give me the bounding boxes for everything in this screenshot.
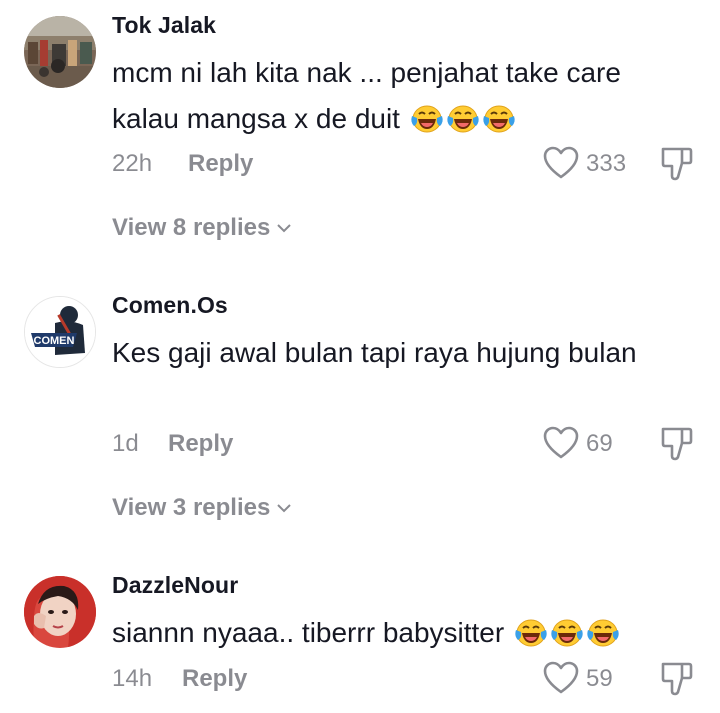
- dislike-icon[interactable]: [660, 661, 694, 697]
- laughing-tears-emoji-icon: [482, 102, 516, 148]
- reply-button[interactable]: Reply: [168, 430, 233, 458]
- heart-icon[interactable]: [543, 661, 579, 695]
- view-replies-label: View 8 replies: [112, 214, 271, 241]
- portrait-avatar-icon: [24, 576, 96, 648]
- comment-timestamp: 22h: [112, 150, 153, 177]
- view-replies-button[interactable]: View 8 replies: [112, 214, 292, 242]
- username[interactable]: DazzleNour: [112, 572, 238, 599]
- chevron-down-icon: [277, 224, 292, 233]
- comment-timestamp: 1d: [112, 430, 139, 457]
- like-count: 69: [586, 430, 613, 457]
- username[interactable]: Comen.Os: [112, 292, 228, 319]
- dislike-icon[interactable]: [660, 426, 694, 462]
- comment-body: Kes gaji awal bulan tapi raya hujung bul…: [112, 337, 637, 368]
- laughing-tears-emoji-icon: [410, 102, 444, 148]
- comment-body: mcm ni lah kita nak ... penjahat take ca…: [112, 57, 621, 134]
- like-count: 59: [586, 665, 613, 692]
- reply-button[interactable]: Reply: [188, 150, 253, 178]
- avatar[interactable]: [24, 16, 96, 88]
- comment-text: Kes gaji awal bulan tapi raya hujung bul…: [112, 330, 642, 376]
- laughing-tears-emoji-icon: [586, 616, 620, 662]
- like-count: 333: [586, 150, 627, 177]
- laughing-tears-emoji-icon: [514, 616, 548, 662]
- chevron-down-icon: [277, 504, 292, 513]
- comen-logo-avatar-icon: COMEN: [25, 297, 95, 367]
- laughing-tears-emoji-icon: [550, 616, 584, 662]
- view-replies-label: View 3 replies: [112, 494, 271, 521]
- username[interactable]: Tok Jalak: [112, 12, 216, 39]
- comment-item: COMEN Comen.Os Kes gaji awal bulan tapi …: [0, 280, 720, 540]
- reply-button[interactable]: Reply: [182, 665, 247, 693]
- comment-item: Tok Jalak mcm ni lah kita nak ... penjah…: [0, 0, 720, 260]
- street-scene-avatar-icon: [24, 16, 96, 88]
- avatar[interactable]: COMEN: [24, 296, 96, 368]
- comment-body: siannn nyaaa.. tiberrr babysitter: [112, 617, 505, 648]
- comment-item: DazzleNour siannn nyaaa.. tiberrr babysi…: [0, 560, 720, 713]
- view-replies-button[interactable]: View 3 replies: [112, 494, 292, 522]
- comment-text: siannn nyaaa.. tiberrr babysitter: [112, 610, 712, 662]
- avatar[interactable]: [24, 576, 96, 648]
- heart-icon[interactable]: [543, 146, 579, 180]
- avatar-logo-text: COMEN: [34, 335, 75, 347]
- dislike-icon[interactable]: [660, 146, 694, 182]
- comment-text: mcm ni lah kita nak ... penjahat take ca…: [112, 50, 672, 148]
- heart-icon[interactable]: [543, 426, 579, 460]
- laughing-tears-emoji-icon: [446, 102, 480, 148]
- comment-timestamp: 14h: [112, 665, 153, 692]
